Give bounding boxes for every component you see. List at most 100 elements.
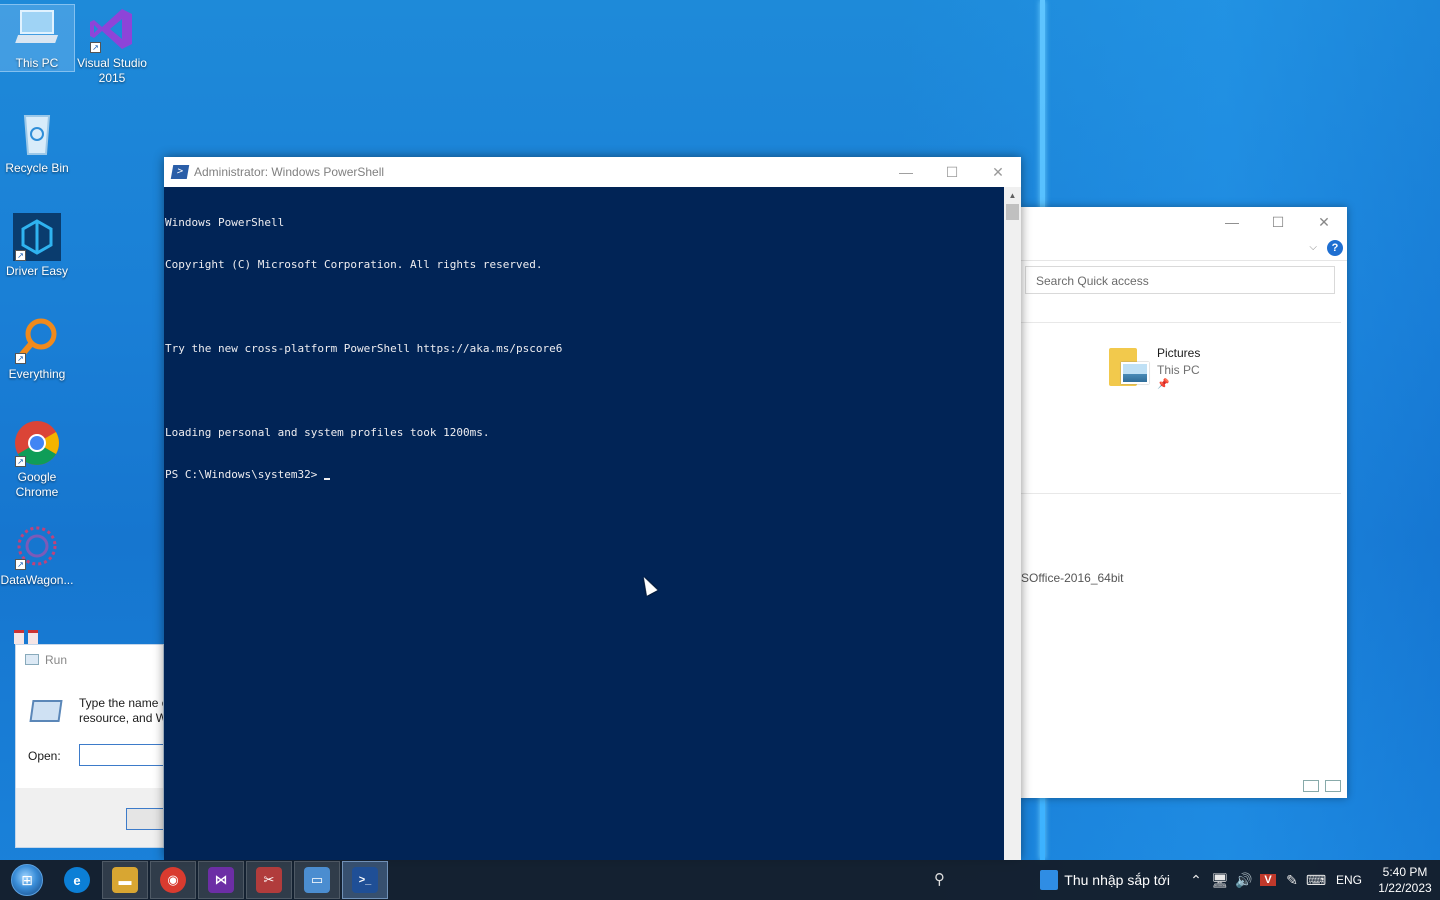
volume-icon[interactable]: 🔊: [1232, 872, 1256, 889]
console-prompt-line[interactable]: PS C:\Windows\system32>: [165, 468, 1004, 482]
shortcut-arrow-icon: ↗: [15, 250, 26, 261]
explorer-titlebar[interactable]: — ☐ ✕: [1021, 207, 1347, 235]
console-line: ​: [165, 384, 1004, 398]
news-and-interests[interactable]: Thu nhập sắp tới: [1036, 870, 1184, 890]
run-dialog[interactable]: Run Type the name o resource, and W Open…: [15, 644, 164, 848]
desktop-icon-driver-easy[interactable]: ↗ Driver Easy: [0, 213, 74, 279]
everything-search-icon: ↗: [13, 316, 61, 364]
desktop-icon-visual-studio[interactable]: ↗ Visual Studio 2015: [75, 5, 149, 86]
run-icon: ▭: [304, 867, 330, 893]
powershell-titlebar[interactable]: > Administrator: Windows PowerShell — ☐ …: [164, 157, 1021, 187]
taskbar-app-powershell[interactable]: >_: [342, 861, 388, 899]
large-icons-view-icon[interactable]: [1325, 780, 1341, 792]
close-button[interactable]: ✕: [1301, 207, 1347, 237]
computer-icon: [13, 5, 61, 53]
run-titlebar[interactable]: Run: [16, 645, 163, 674]
search-input[interactable]: Search Quick access: [1025, 266, 1335, 294]
maximize-button[interactable]: ☐: [929, 157, 975, 187]
desktop-icon-datawagon[interactable]: ↗ DataWagon...: [0, 522, 74, 588]
run-ok-button[interactable]: [126, 808, 163, 830]
taskbar-app-tool[interactable]: ✂: [246, 861, 292, 899]
pen-icon[interactable]: ✎: [1280, 872, 1304, 889]
chevron-down-icon[interactable]: ⌵: [1309, 242, 1317, 253]
desktop-icon-label: Recycle Bin: [5, 161, 69, 175]
desktop-icon-label: DataWagon...: [0, 573, 74, 587]
taskbar-app-visual-studio[interactable]: ⋈: [198, 861, 244, 899]
keyboard-icon[interactable]: ⌨: [1304, 872, 1328, 889]
powershell-icon: >: [170, 165, 190, 179]
taskbar-app-chrome[interactable]: ◉: [150, 861, 196, 899]
maximize-button[interactable]: ☐: [1255, 207, 1301, 237]
console-line: ​: [165, 300, 1004, 314]
taskbar-app-run[interactable]: ▭: [294, 861, 340, 899]
shortcut-arrow-icon: ↗: [15, 456, 26, 467]
taskbar-app-edge[interactable]: e: [54, 861, 100, 899]
tool-icon: ✂: [256, 867, 282, 893]
run-description-line: resource, and W: [79, 711, 164, 725]
quick-access-item-pictures[interactable]: Pictures This PC 📌: [1109, 346, 1200, 390]
console-output[interactable]: Windows PowerShell Copyright (C) Microso…: [164, 187, 1004, 860]
desktop-icon-everything[interactable]: ↗ Everything: [0, 316, 74, 382]
shortcut-arrow-icon: ↗: [15, 353, 26, 364]
driver-easy-icon: ↗: [13, 213, 61, 261]
datawagon-icon: ↗: [13, 522, 61, 570]
help-icon[interactable]: ?: [1327, 239, 1343, 256]
pin-icon: 📌: [1157, 379, 1170, 390]
text-cursor: [323, 478, 330, 480]
run-description-line: Type the name o: [79, 696, 164, 710]
start-button[interactable]: ⊞: [0, 860, 54, 900]
desktop-icon-partial[interactable]: [14, 630, 38, 644]
document-icon: [14, 630, 24, 644]
scroll-up-icon[interactable]: ▲: [1004, 187, 1021, 204]
desktop-icon-label: Google Chrome: [15, 470, 59, 499]
details-view-icon[interactable]: [1303, 780, 1319, 792]
quick-access-location: This PC: [1157, 363, 1200, 377]
desktop-icon-recycle-bin[interactable]: Recycle Bin: [0, 110, 74, 176]
clock-date: 1/22/2023: [1378, 881, 1432, 895]
quick-access-name: Pictures: [1157, 346, 1201, 360]
weather-text: Thu nhập sắp tới: [1064, 872, 1170, 888]
minimize-button[interactable]: —: [883, 157, 929, 187]
minimize-button[interactable]: —: [1209, 207, 1255, 237]
recent-file-item[interactable]: SOffice-2016_64bit: [1021, 571, 1124, 585]
view-toggle: [1303, 780, 1341, 792]
powershell-window[interactable]: > Administrator: Windows PowerShell — ☐ …: [164, 157, 1021, 860]
taskbar-app-file-explorer[interactable]: ▬: [102, 861, 148, 899]
recycle-bin-icon: [13, 110, 61, 158]
powershell-icon: >_: [352, 867, 378, 893]
divider: [1021, 322, 1341, 323]
desktop-icon-this-pc[interactable]: This PC: [0, 4, 75, 72]
unikey-icon[interactable]: V: [1259, 874, 1276, 886]
chrome-icon: ◉: [160, 867, 186, 893]
run-title: Run: [45, 652, 68, 667]
shortcut-arrow-icon: ↗: [90, 42, 101, 53]
close-button[interactable]: ✕: [975, 157, 1021, 187]
desktop-icon-label: Everything: [8, 367, 66, 381]
folder-icon: ▬: [112, 867, 138, 893]
network-icon[interactable]: 🖥: [1208, 872, 1232, 889]
windows-logo-icon: ⊞: [11, 864, 43, 896]
console-line: Copyright (C) Microsoft Corporation. All…: [165, 258, 543, 271]
run-program-icon: [29, 700, 63, 722]
chrome-icon: ↗: [13, 419, 61, 467]
desktop-icon-google-chrome[interactable]: ↗ Google Chrome: [0, 419, 74, 500]
visual-studio-icon: ↗: [88, 5, 136, 53]
visual-studio-icon: ⋈: [208, 867, 234, 893]
vertical-scrollbar[interactable]: ▲: [1004, 187, 1021, 860]
explorer-ribbon: ⌵ ?: [1021, 235, 1347, 261]
desktop-icon-label: Driver Easy: [5, 264, 68, 278]
desktop-icon-label: This PC: [15, 56, 59, 70]
console-line: Try the new cross-platform PowerShell ht…: [165, 342, 563, 355]
divider: [1021, 493, 1341, 494]
people-icon[interactable]: ⚲: [934, 870, 945, 888]
run-open-label: Open:: [28, 749, 61, 763]
scrollbar-thumb[interactable]: [1006, 204, 1019, 220]
console-line: Loading personal and system profiles too…: [165, 426, 490, 439]
clock-time: 5:40 PM: [1382, 865, 1428, 879]
language-indicator[interactable]: ENG: [1328, 873, 1370, 887]
run-open-input[interactable]: [79, 744, 163, 766]
window-title: Administrator: Windows PowerShell: [194, 165, 385, 179]
show-hidden-icons-icon[interactable]: ⌃: [1184, 872, 1208, 889]
file-explorer-window[interactable]: — ☐ ✕ ⌵ ? Search Quick access Pictures T…: [1021, 207, 1347, 798]
clock[interactable]: 5:40 PM 1/22/2023: [1370, 864, 1440, 896]
